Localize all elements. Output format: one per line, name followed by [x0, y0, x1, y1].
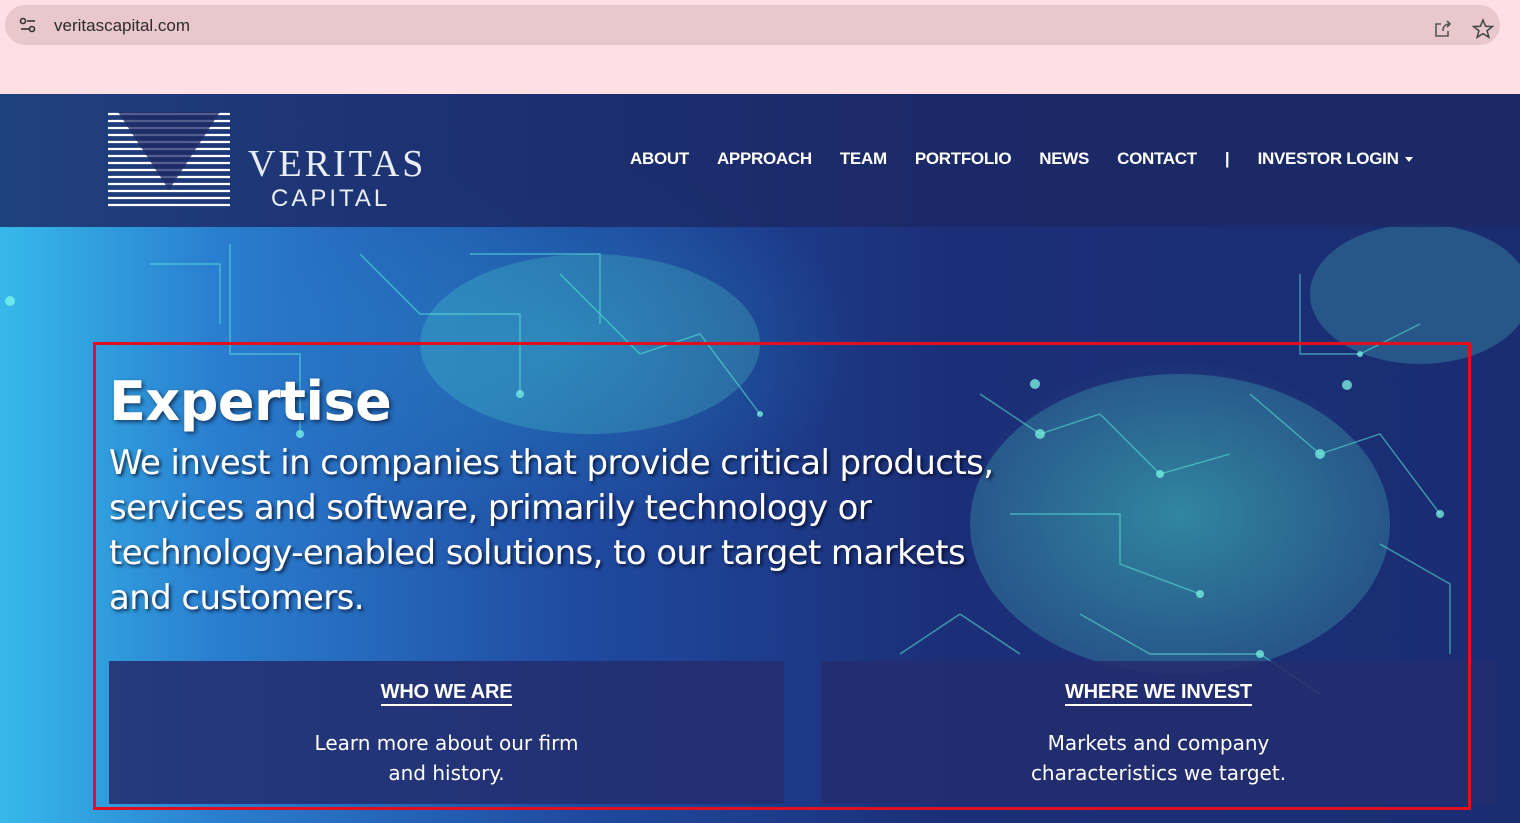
hero-title: Expertise	[109, 370, 392, 433]
logo-text-capital: CAPITAL	[271, 185, 391, 212]
site-header: VERITAS CAPITAL ABOUT APPROACH TEAM PORT…	[0, 94, 1520, 227]
nav-portfolio[interactable]: PORTFOLIO	[915, 149, 1012, 169]
who-we-are-card[interactable]: WHO WE ARE Learn more about our firm and…	[109, 661, 784, 804]
where-we-invest-card[interactable]: WHERE WE INVEST Markets and company char…	[821, 661, 1496, 804]
nav-about[interactable]: ABOUT	[630, 149, 689, 169]
who-we-are-link[interactable]: WHO WE ARE	[380, 681, 513, 706]
logo-text-veritas: VERITAS	[248, 143, 427, 185]
nav-investor-login[interactable]: INVESTOR LOGIN	[1258, 149, 1413, 169]
veritas-logo[interactable]: VERITAS CAPITAL	[108, 112, 448, 212]
logo-mark-icon	[108, 112, 230, 207]
nav-team[interactable]: TEAM	[840, 149, 887, 169]
browser-toolbar: veritascapital.com	[0, 0, 1520, 94]
main-nav: ABOUT APPROACH TEAM PORTFOLIO NEWS CONTA…	[630, 148, 1441, 170]
web-page: VERITAS CAPITAL ABOUT APPROACH TEAM PORT…	[0, 94, 1520, 823]
nav-contact[interactable]: CONTACT	[1117, 149, 1197, 169]
nav-investor-login-label: INVESTOR LOGIN	[1257, 149, 1399, 168]
nav-news[interactable]: NEWS	[1039, 149, 1089, 169]
share-icon[interactable]	[1433, 19, 1453, 39]
where-we-invest-link[interactable]: WHERE WE INVEST	[1064, 681, 1252, 706]
star-icon[interactable]	[1472, 18, 1494, 40]
address-bar[interactable]: veritascapital.com	[5, 5, 1500, 45]
url-text[interactable]: veritascapital.com	[54, 16, 190, 36]
nav-separator: |	[1224, 149, 1230, 168]
dropdown-caret-icon	[1404, 156, 1413, 162]
who-we-are-description: Learn more about our firm and history.	[314, 731, 579, 785]
where-we-invest-description: Markets and company characteristics we t…	[1030, 731, 1287, 785]
nav-approach[interactable]: APPROACH	[717, 149, 812, 169]
hero-description: We invest in companies that provide crit…	[109, 443, 994, 618]
site-info-icon[interactable]	[19, 17, 37, 33]
